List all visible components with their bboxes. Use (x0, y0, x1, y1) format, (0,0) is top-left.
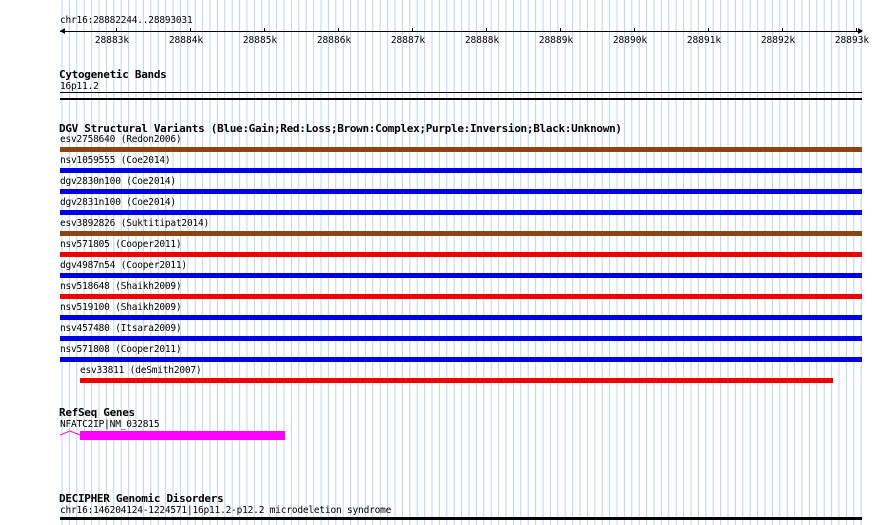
ruler-tick-mark (338, 28, 339, 32)
dgv-variant-bar[interactable] (60, 252, 862, 257)
ruler-tick-label: 28889k (538, 35, 574, 46)
dgv-variant-label: esv3892826 (Suktitipat2014) (60, 218, 210, 229)
ruler-tick-mark (708, 28, 709, 32)
decipher-disorder-label: chr16:146204124-1224571|16p11.2-p12.2 mi… (60, 505, 392, 516)
dgv-variant-bar[interactable] (60, 168, 862, 173)
ruler-tick-label: 28892k (760, 35, 796, 46)
ruler-tick-label: 28888k (464, 35, 500, 46)
cytoband-separator (60, 98, 862, 100)
ruler-tick-label: 28891k (686, 35, 722, 46)
dgv-variant-label: nsv518648 (Shaikh2009) (60, 281, 182, 292)
ruler-tick-label: 28886k (316, 35, 352, 46)
dgv-variant-bar[interactable] (60, 315, 862, 320)
decipher-disorder-bar[interactable] (60, 517, 862, 520)
dgv-variant-bar[interactable] (60, 294, 862, 299)
dgv-variant-label: nsv519100 (Shaikh2009) (60, 302, 182, 313)
dgv-variant-label: dgv2831n100 (Coe2014) (60, 197, 176, 208)
ruler-tick-label: 28890k (612, 35, 648, 46)
dgv-variant-bar[interactable] (60, 231, 862, 236)
cytoband-track-title[interactable]: Cytogenetic Bands (59, 68, 167, 81)
dgv-variant-label: dgv2830n100 (Coe2014) (60, 176, 176, 187)
ruler-tick-label: 28887k (390, 35, 426, 46)
dgv-variant-bar[interactable] (60, 273, 862, 278)
refseq-track-title[interactable]: RefSeq Genes (59, 406, 135, 419)
ruler-left-arrow-icon (60, 28, 65, 34)
dgv-variant-label: nsv1059555 (Coe2014) (60, 155, 171, 166)
ruler-tick-mark (412, 28, 413, 32)
gene-bar-nfatc2ip[interactable] (80, 431, 285, 440)
decipher-track-title[interactable]: DECIPHER Genomic Disorders (59, 492, 224, 505)
ruler-tick-mark (782, 28, 783, 32)
ruler-right-arrow-icon (858, 28, 863, 34)
dgv-variant-label: dgv4987n54 (Cooper2011) (60, 260, 187, 271)
ruler-tick-label: 28883k (94, 35, 130, 46)
ruler-tick-mark (116, 28, 117, 32)
position-label: chr16:28882244..28893031 (60, 15, 193, 26)
dgv-variant-bar[interactable] (60, 189, 862, 194)
cytoband-bar[interactable] (60, 92, 862, 93)
ruler-tick-label: 28885k (242, 35, 278, 46)
ruler-tick-mark (264, 28, 265, 32)
ruler-tick-mark (190, 28, 191, 32)
dgv-variant-label: esv33811 (deSmith2007) (80, 365, 202, 376)
ruler-tick-mark (560, 28, 561, 32)
ruler-tick-mark (634, 28, 635, 32)
dgv-variant-label: nsv457480 (Itsara2009) (60, 323, 182, 334)
dgv-variant-label: nsv571808 (Cooper2011) (60, 344, 182, 355)
ruler-tick-label: 28884k (168, 35, 204, 46)
dgv-variant-label: esv2758640 (Redon2006) (60, 134, 182, 145)
dgv-variant-bar[interactable] (60, 147, 862, 152)
dgv-variant-bar[interactable] (60, 210, 862, 215)
cytoband-label: 16p11.2 (60, 81, 99, 92)
ruler-axis (60, 31, 862, 32)
ruler-tick-mark (486, 28, 487, 32)
dgv-variant-label: nsv571805 (Cooper2011) (60, 239, 182, 250)
ruler-tick-label: 28893k (834, 35, 870, 46)
ruler-tick-mark (856, 28, 857, 32)
dgv-variant-bar[interactable] (80, 378, 833, 383)
dgv-variant-bar[interactable] (60, 336, 862, 341)
dgv-variant-bar[interactable] (60, 357, 862, 362)
